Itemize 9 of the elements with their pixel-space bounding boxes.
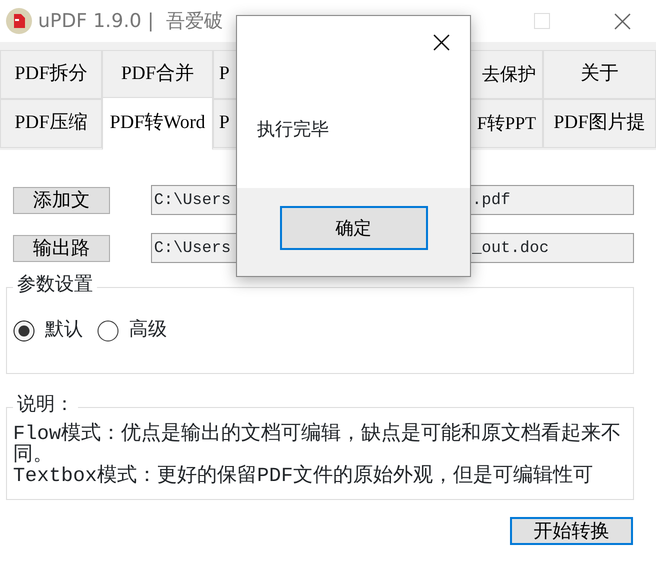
path-text: .pdf bbox=[472, 190, 512, 211]
path-text: C:\Users bbox=[154, 190, 232, 211]
path-text: _out.doc bbox=[472, 238, 550, 259]
path-text: C:\Users bbox=[154, 238, 232, 259]
radio-label: 高级 bbox=[129, 318, 167, 342]
description-text: Textbox模式：更好的保留PDF文件的原始外观，但是可编辑性可 bbox=[13, 466, 594, 487]
window-title: uPDF 1.9.0 | 吾爱破 bbox=[38, 8, 223, 34]
dialog-message: 执行完毕 bbox=[257, 118, 329, 142]
radio-label: 默认 bbox=[45, 318, 83, 342]
